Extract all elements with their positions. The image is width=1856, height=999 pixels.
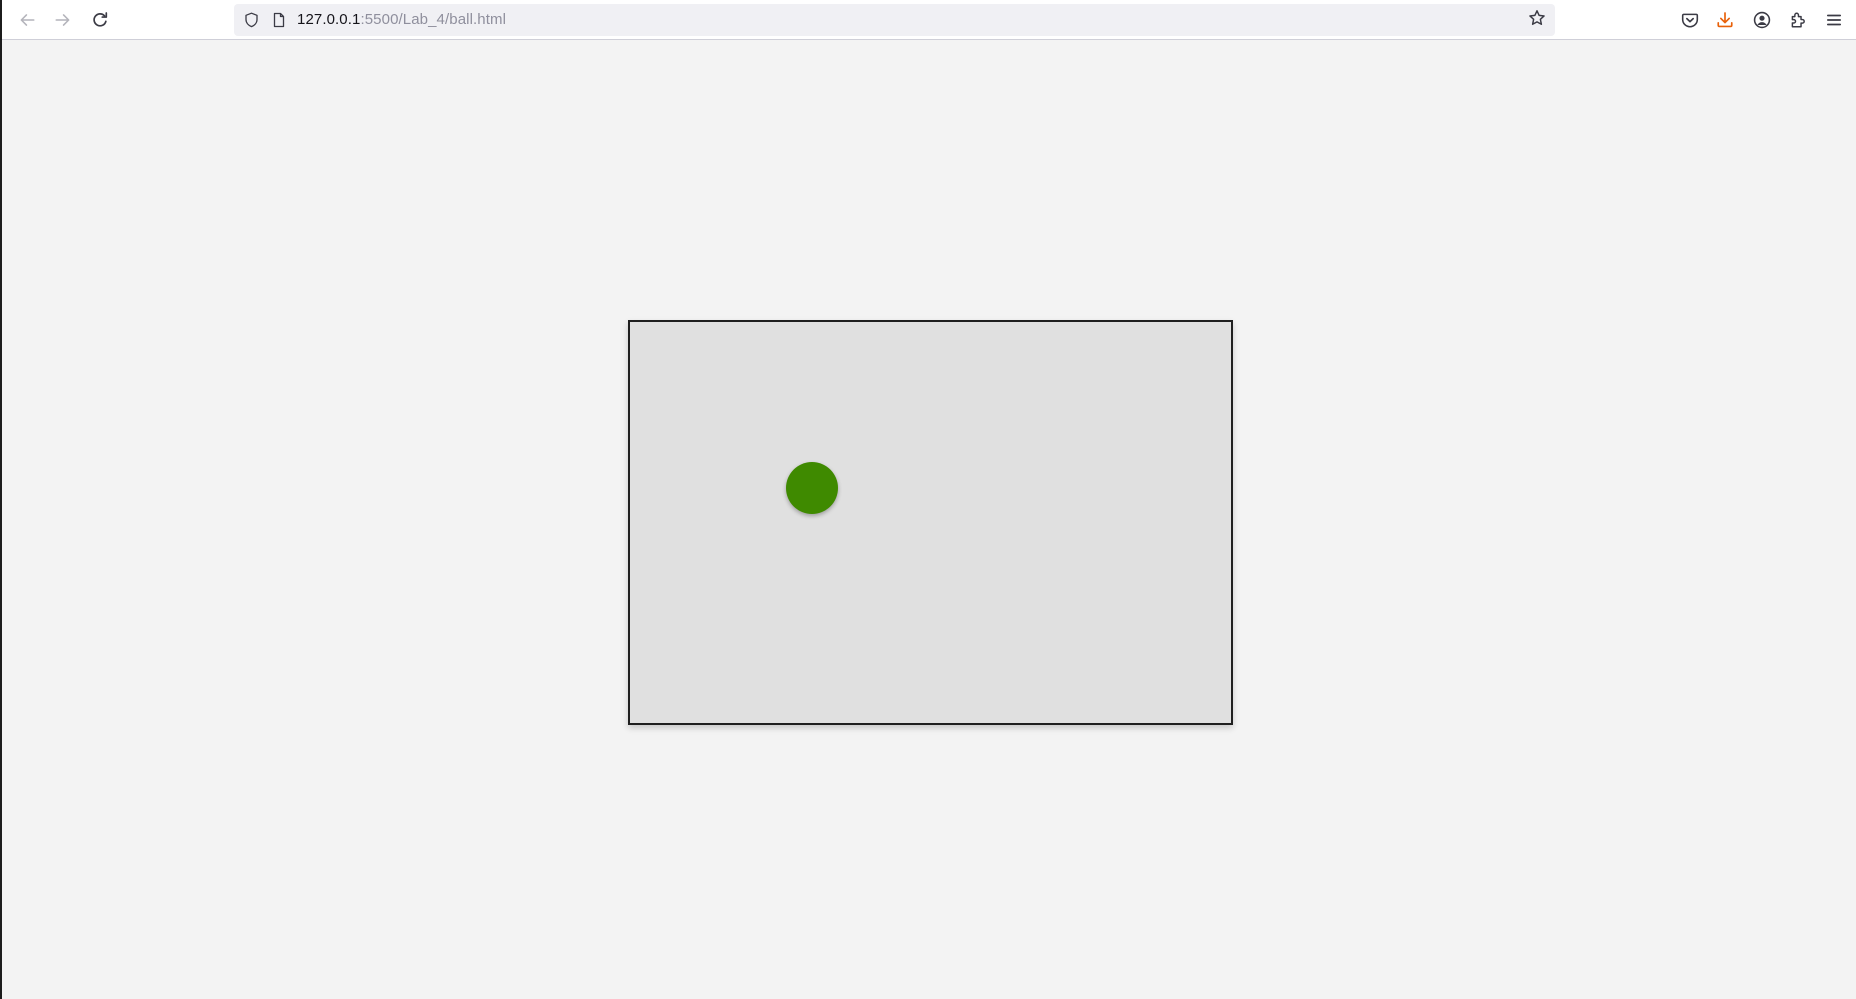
arrow-left-icon — [18, 11, 36, 29]
account-icon — [1753, 11, 1771, 29]
downloads-button[interactable] — [1711, 6, 1739, 34]
forward-button[interactable] — [49, 6, 77, 34]
address-bar[interactable]: 127.0.0.1:5500/Lab_4/ball.html — [234, 4, 1555, 36]
page-info-icon[interactable] — [271, 12, 287, 28]
ball[interactable] — [786, 462, 838, 514]
browser-window: 127.0.0.1:5500/Lab_4/ball.html — [0, 0, 1856, 999]
extensions-button[interactable] — [1784, 6, 1812, 34]
url-host: 127.0.0.1 — [297, 11, 361, 28]
hamburger-menu-icon — [1825, 11, 1843, 29]
ball-field — [628, 320, 1233, 725]
account-button[interactable] — [1748, 6, 1776, 34]
pocket-button[interactable] — [1676, 6, 1704, 34]
url-text[interactable]: 127.0.0.1:5500/Lab_4/ball.html — [297, 11, 506, 29]
bookmark-star-button[interactable] — [1525, 8, 1549, 32]
reload-icon — [91, 11, 109, 29]
back-button[interactable] — [13, 6, 41, 34]
app-menu-button[interactable] — [1820, 6, 1848, 34]
download-icon — [1716, 11, 1734, 29]
pocket-icon — [1681, 11, 1699, 29]
url-path: :5500/Lab_4/ball.html — [360, 11, 507, 28]
arrow-right-icon — [54, 11, 72, 29]
page-content — [2, 40, 1856, 999]
star-icon — [1528, 9, 1546, 32]
extensions-icon — [1789, 11, 1807, 29]
browser-toolbar: 127.0.0.1:5500/Lab_4/ball.html — [2, 0, 1856, 40]
tracking-protection-shield-icon[interactable] — [243, 12, 259, 28]
reload-button[interactable] — [86, 6, 114, 34]
